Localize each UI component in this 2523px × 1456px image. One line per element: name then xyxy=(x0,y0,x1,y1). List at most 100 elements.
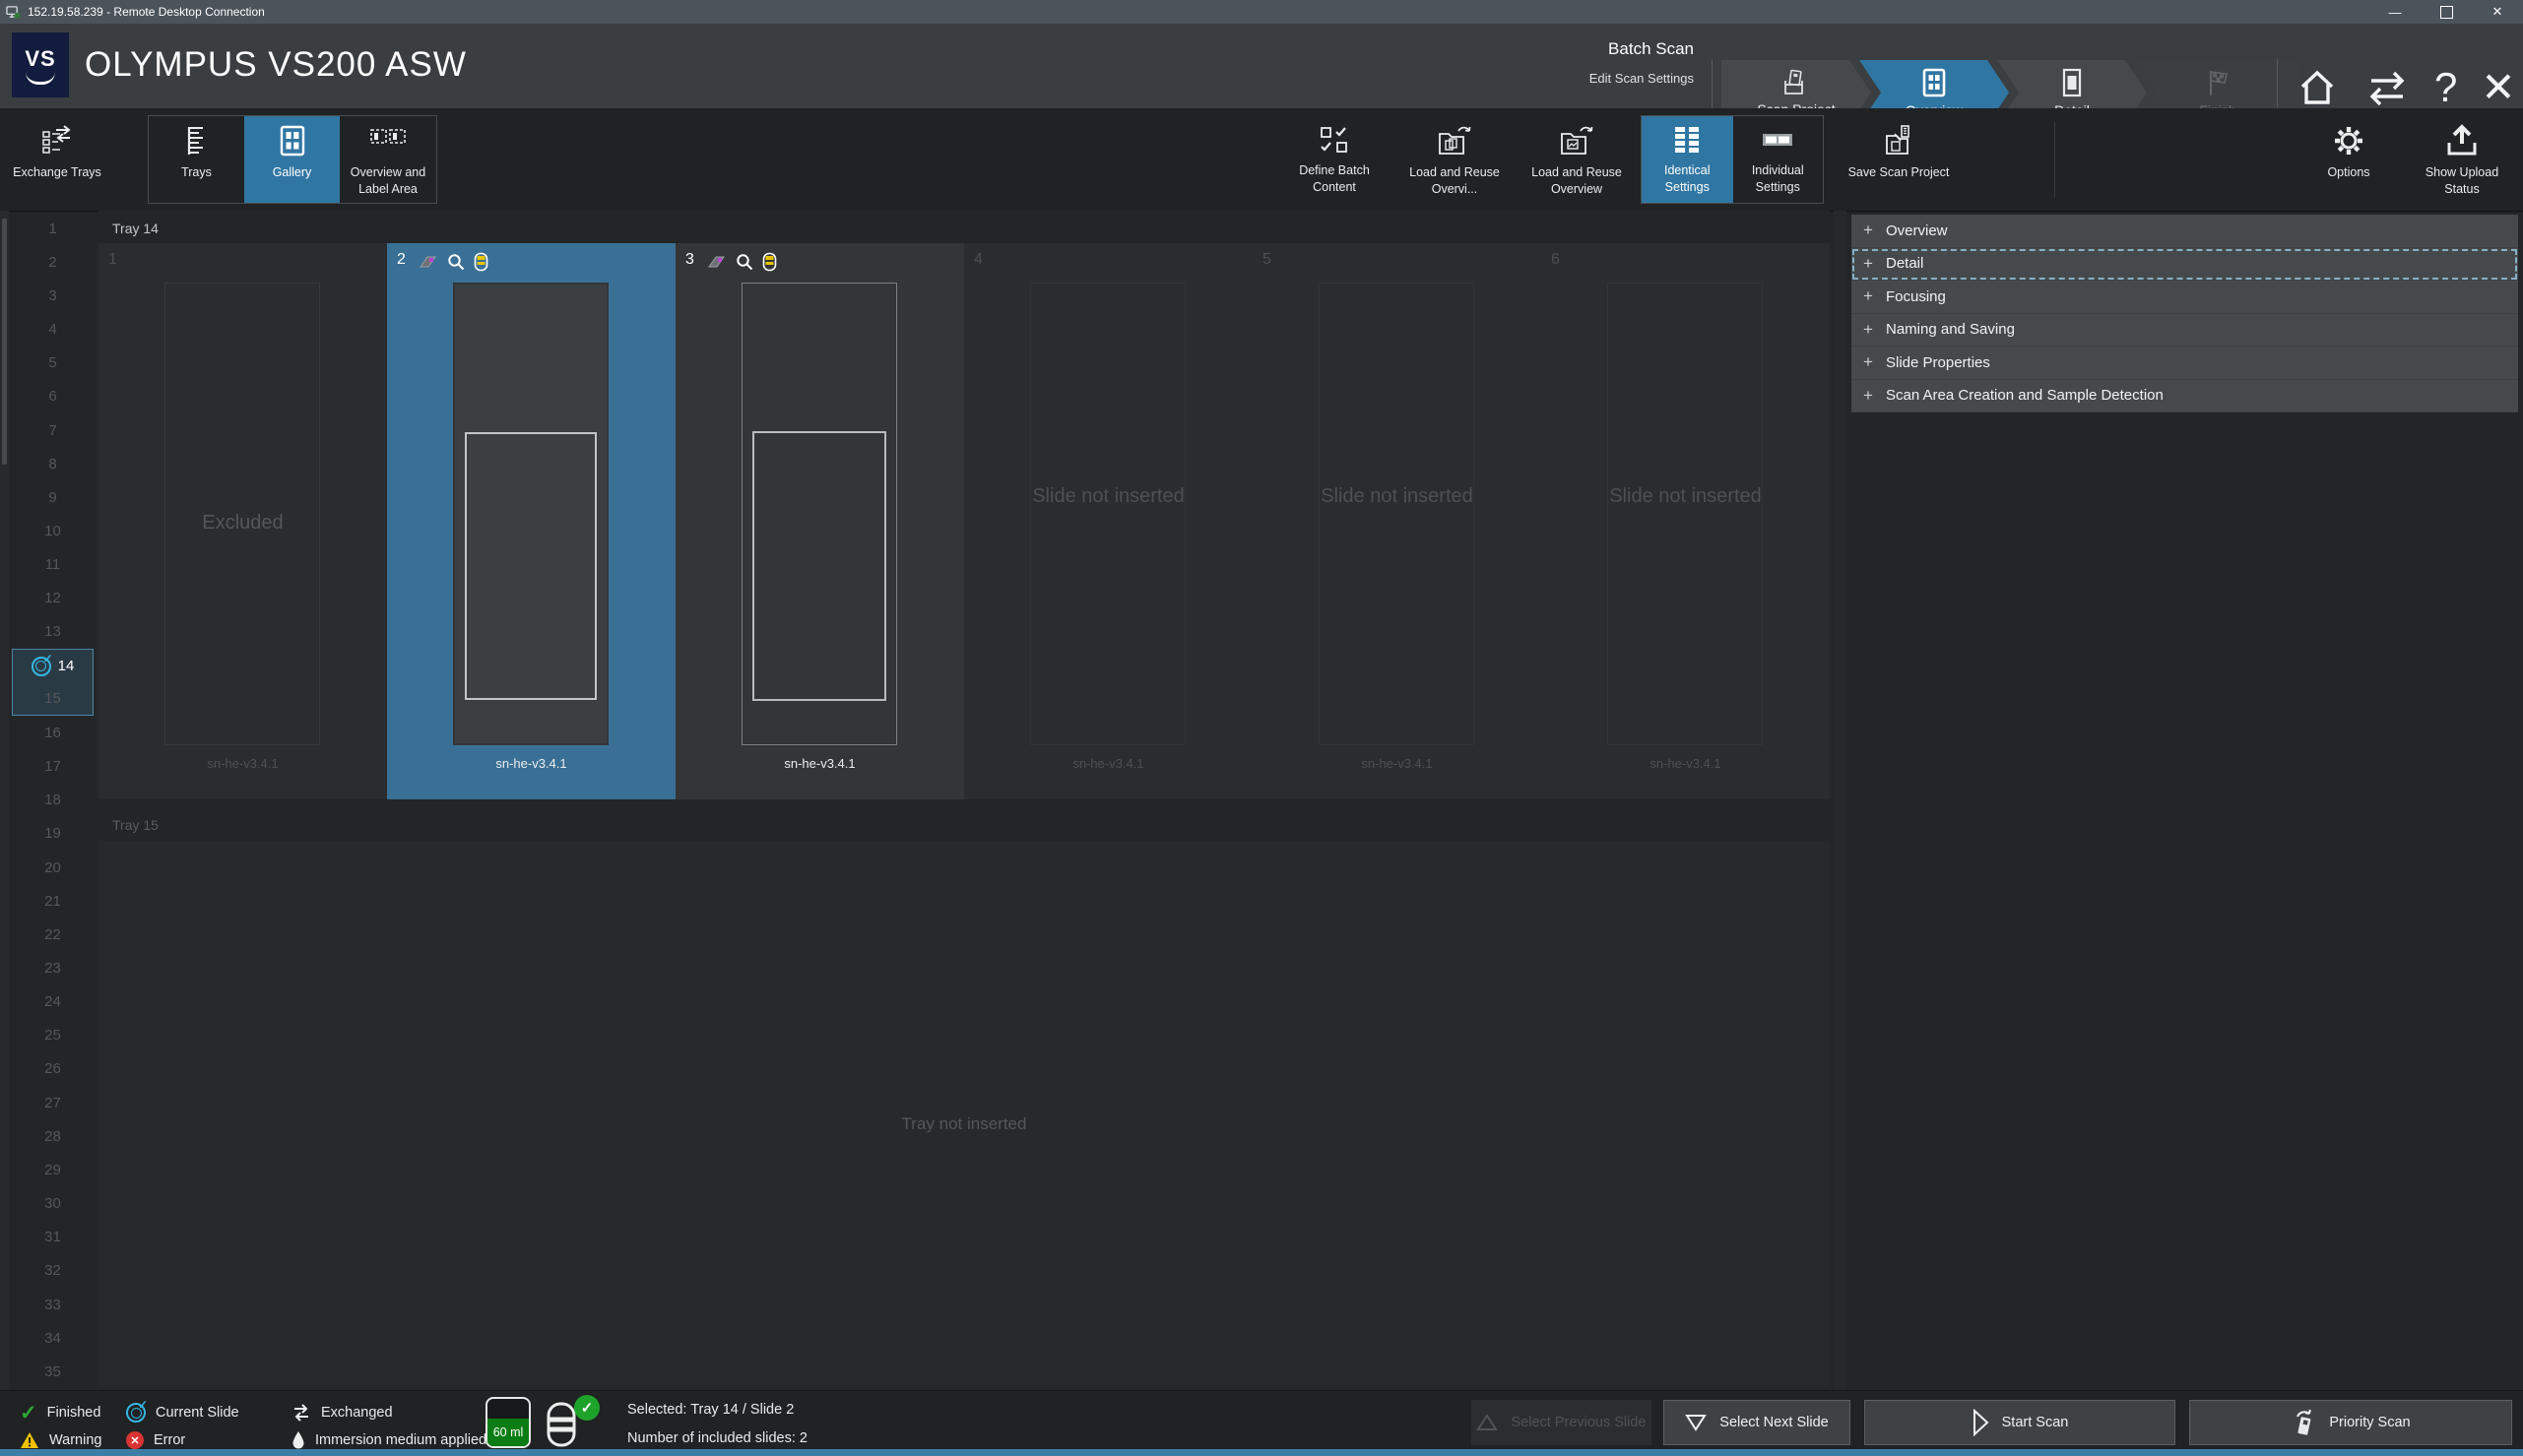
tray-list-item[interactable]: 19 xyxy=(12,817,94,851)
tray-list-item[interactable]: 9 xyxy=(12,480,94,514)
tray15-title: Tray 15 xyxy=(112,817,159,833)
expand-icon xyxy=(1863,254,1875,274)
tray-list-item[interactable]: 22 xyxy=(12,918,94,951)
select-next-slide-button[interactable]: Select Next Slide xyxy=(1663,1400,1850,1445)
tray-list-item[interactable]: 7 xyxy=(12,413,94,447)
tray-list-item[interactable]: 28 xyxy=(12,1119,94,1153)
tray-list-item[interactable]: 6 xyxy=(12,380,94,413)
settings-section[interactable]: Focusing xyxy=(1851,281,2518,314)
settings-section[interactable]: Overview xyxy=(1851,215,2518,248)
tray-list-item[interactable]: 33 xyxy=(12,1288,94,1321)
immersion-oil-icon xyxy=(474,252,488,272)
scan-area-rect[interactable] xyxy=(752,431,886,701)
identical-settings-button[interactable]: Identical Settings xyxy=(1642,116,1733,203)
tray-list-item[interactable]: 17 xyxy=(12,750,94,784)
load-reuse-overview-button[interactable]: Load and Reuse Overview xyxy=(1517,115,1637,204)
slide-label: sn-he-v3.4.1 xyxy=(964,756,1253,771)
define-batch-content-button[interactable]: Define Batch Content xyxy=(1278,115,1391,204)
tray14-slides-row: 1 Excluded sn-he-v3.4.1 2 xyxy=(98,243,1830,799)
scrollbar-thumb[interactable] xyxy=(2,219,7,465)
load-reuse-overview-settings-button[interactable]: Load and Reuse Overvi... xyxy=(1396,115,1513,204)
tray-list-item[interactable]: 12 xyxy=(12,582,94,615)
minimize-button[interactable]: — xyxy=(2369,0,2421,24)
settings-section[interactable]: Scan Area Creation and Sample Detection xyxy=(1851,380,2518,413)
close-window-button[interactable]: ✕ xyxy=(2472,0,2523,24)
tray-list-item[interactable]: 13 xyxy=(12,615,94,649)
tray-list-item[interactable]: 25 xyxy=(12,1019,94,1052)
current-slide-target-icon xyxy=(126,1403,146,1423)
tray-list-item[interactable]: 3 xyxy=(12,279,94,312)
slide-card-4[interactable]: 4 Slide not inserted sn-he-v3.4.1 xyxy=(964,243,1253,799)
tray-list-item[interactable]: 24 xyxy=(12,985,94,1019)
settings-mode-group: Identical Settings Individual Settings xyxy=(1641,115,1824,204)
legend-error: ✕ Error xyxy=(126,1429,185,1451)
gallery-scrollbar[interactable] xyxy=(1834,211,1846,1390)
tray-list-item[interactable]: 32 xyxy=(12,1254,94,1288)
tray-list-item[interactable]: 2 xyxy=(12,245,94,279)
app-header: VS OLYMPUS VS200 ASW Batch Scan Edit Sca… xyxy=(0,24,2523,109)
tray-number: 12 xyxy=(44,590,61,606)
tray-list-item[interactable]: 16 xyxy=(12,716,94,749)
tray-list-item[interactable]: 5 xyxy=(12,347,94,380)
maximize-button[interactable] xyxy=(2421,0,2472,24)
home-button[interactable] xyxy=(2295,65,2340,110)
tray-list-item[interactable]: 26 xyxy=(12,1052,94,1086)
play-icon xyxy=(1972,1409,1989,1436)
trays-view-button[interactable]: Trays xyxy=(149,116,244,203)
tray-list-item[interactable]: 15 xyxy=(12,682,94,716)
settings-section[interactable]: Naming and Saving xyxy=(1851,314,2518,348)
exchange-trays-button[interactable]: Exchange Trays xyxy=(8,115,106,204)
show-upload-status-button[interactable]: Show Upload Status xyxy=(2407,115,2517,204)
save-scan-project-button[interactable]: Save Scan Project xyxy=(1844,115,1954,204)
tray-list-item[interactable]: 20 xyxy=(12,851,94,884)
tray-list-item[interactable]: 35 xyxy=(12,1355,94,1388)
tray-list-item[interactable]: 18 xyxy=(12,784,94,817)
gallery-view-button[interactable]: Gallery xyxy=(244,116,340,203)
tray-list-item[interactable]: 34 xyxy=(12,1321,94,1355)
tray-number: 8 xyxy=(48,456,56,473)
toolbar: Exchange Trays Trays Gallery Overview an… xyxy=(0,108,2523,212)
help-button[interactable]: ? xyxy=(2434,67,2457,108)
settings-section[interactable]: Detail xyxy=(1851,248,2518,282)
tray-list-item[interactable]: 29 xyxy=(12,1153,94,1186)
tray-list-item[interactable]: 31 xyxy=(12,1221,94,1254)
slide-card-5[interactable]: 5 Slide not inserted sn-he-v3.4.1 xyxy=(1253,243,1541,799)
tray-number: 5 xyxy=(48,354,56,371)
individual-settings-button[interactable]: Individual Settings xyxy=(1733,116,1824,203)
tray-list-item[interactable]: 23 xyxy=(12,951,94,984)
settings-section[interactable]: Slide Properties xyxy=(1851,347,2518,380)
scan-area-rect[interactable] xyxy=(465,432,597,700)
slide-glass[interactable] xyxy=(453,283,609,745)
slide-status-icons xyxy=(707,252,777,272)
priority-scan-button[interactable]: Priority Scan xyxy=(2189,1400,2512,1445)
slide-card-1[interactable]: 1 Excluded sn-he-v3.4.1 xyxy=(98,243,387,799)
tray-list-item[interactable]: 14 xyxy=(12,649,94,682)
individual-settings-icon xyxy=(1758,124,1797,156)
slide-status-text: Slide not inserted xyxy=(1025,482,1193,511)
options-button[interactable]: Options xyxy=(2300,115,2397,204)
slide-card-3[interactable]: 3 sn-he-v3.4.1 xyxy=(676,243,964,799)
select-previous-slide-button[interactable]: Select Previous Slide xyxy=(1471,1400,1651,1445)
tray-list-item[interactable]: 4 xyxy=(12,312,94,346)
settings-section-label: Scan Area Creation and Sample Detection xyxy=(1886,387,2164,404)
tray-list-item[interactable]: 21 xyxy=(12,884,94,918)
slide-card-6[interactable]: 6 Slide not inserted sn-he-v3.4.1 xyxy=(1541,243,1830,799)
tray-list-item[interactable]: 30 xyxy=(12,1187,94,1221)
magnifier-icon[interactable] xyxy=(447,253,465,271)
tray-list-item[interactable]: 1 xyxy=(12,212,94,245)
slide-card-2[interactable]: 2 sn-he-v3.4.1 xyxy=(387,243,676,799)
tray15-area: Tray not inserted xyxy=(98,841,1830,1386)
start-scan-button[interactable]: Start Scan xyxy=(1864,1400,2175,1445)
tray-list-item[interactable]: 11 xyxy=(12,548,94,582)
close-app-button[interactable]: ✕ xyxy=(2481,67,2515,108)
magnifier-icon[interactable] xyxy=(736,253,753,271)
tray-list-scrollbar[interactable] xyxy=(0,211,9,1390)
slide-glass[interactable] xyxy=(742,283,897,745)
tray-list-item[interactable]: 10 xyxy=(12,514,94,547)
overview-label-area-button[interactable]: Overview and Label Area xyxy=(340,116,436,203)
tray-list-item[interactable]: 8 xyxy=(12,447,94,480)
trays-icon xyxy=(182,124,212,158)
finish-flag-icon xyxy=(2205,68,2231,97)
exchange-button[interactable] xyxy=(2363,68,2411,107)
tray-list-item[interactable]: 27 xyxy=(12,1086,94,1119)
